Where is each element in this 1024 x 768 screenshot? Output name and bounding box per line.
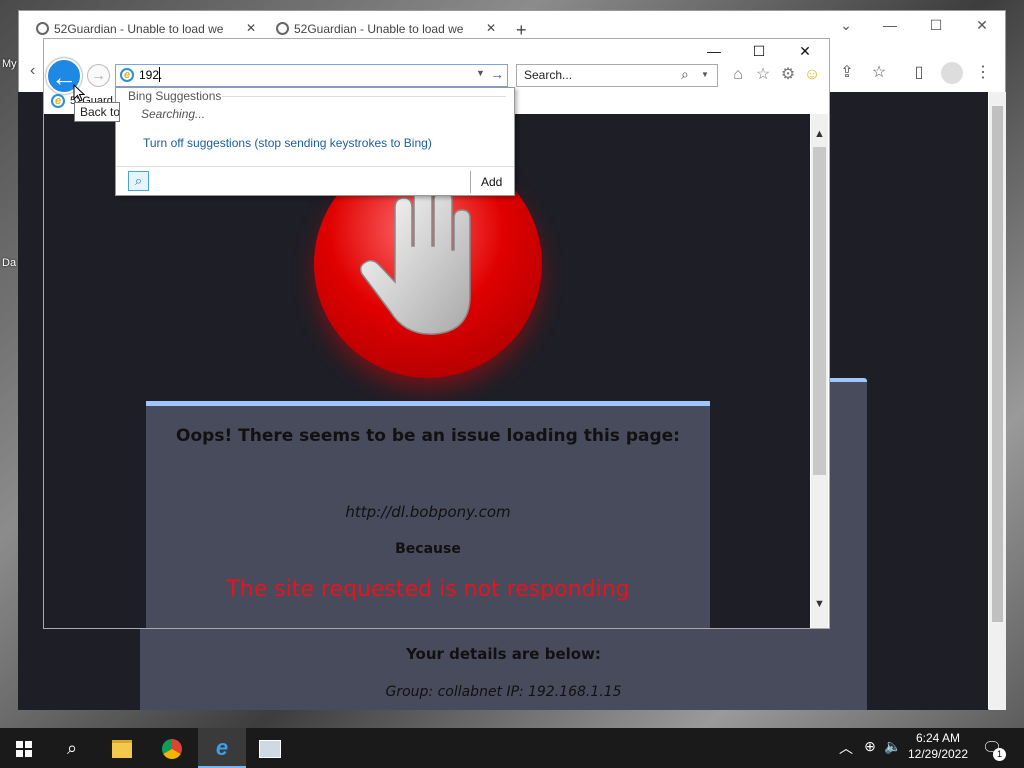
globe-icon <box>276 22 289 35</box>
ie-logo-icon: e <box>120 68 134 82</box>
clock-date[interactable]: 12/29/2022 <box>906 747 970 761</box>
go-arrow-icon[interactable]: → <box>490 66 504 82</box>
profile-icon[interactable] <box>941 62 963 84</box>
chrome-taskbar-icon[interactable] <box>148 728 196 768</box>
close-button[interactable]: ✕ <box>962 14 1002 36</box>
error-because-label: Because <box>395 541 461 557</box>
tab-title: 52Guardian - Unable to load we <box>294 22 464 36</box>
chevron-up-icon[interactable]: ︿ <box>836 738 856 758</box>
clock-time[interactable]: 6:24 AM <box>906 731 970 745</box>
tab-title: 52Guardian - Unable to load we <box>54 22 224 36</box>
error-reason: The site requested is not responding <box>226 577 630 602</box>
more-menu-icon[interactable]: ⋮ <box>972 63 994 83</box>
desktop-icon-label[interactable]: Da <box>2 257 16 269</box>
chevron-down-icon[interactable]: ⌄ <box>826 14 866 36</box>
mouse-cursor-icon <box>73 84 85 102</box>
divider <box>470 171 471 193</box>
globe-icon <box>36 22 49 35</box>
network-globe-icon[interactable]: ⊕ <box>860 738 880 755</box>
back-tooltip: Back to <box>74 102 120 122</box>
close-icon[interactable]: ✕ <box>486 21 496 35</box>
minimize-button[interactable]: — <box>694 40 734 62</box>
error-title: Oops! There seems to be an issue loading… <box>176 426 680 446</box>
ie-taskbar-icon[interactable]: e <box>198 728 246 768</box>
desktop-icon-label[interactable]: My <box>2 58 17 70</box>
dropdown-arrow-icon[interactable]: ▼ <box>476 68 485 78</box>
divider <box>222 96 506 97</box>
scrollbar-thumb[interactable] <box>813 147 826 475</box>
forward-button[interactable]: → <box>87 64 110 87</box>
star-icon[interactable]: ☆ <box>868 63 890 83</box>
smiley-feedback-icon[interactable]: ☺ <box>802 65 822 85</box>
volume-icon[interactable]: 🔈 <box>883 738 903 755</box>
search-icon[interactable]: ⌕ <box>681 66 689 83</box>
ie-logo-icon: e <box>51 94 65 108</box>
back-arrow-icon[interactable]: ‹ <box>30 62 35 80</box>
add-provider-button[interactable]: Add <box>481 175 502 189</box>
window-app-icon <box>259 740 281 759</box>
details-title: Your details are below: <box>406 645 601 663</box>
start-button[interactable] <box>0 728 48 768</box>
text-caret <box>159 67 160 82</box>
home-icon[interactable]: ⌂ <box>728 65 748 85</box>
suggestions-title: Bing Suggestions <box>128 89 222 103</box>
app-taskbar-icon[interactable] <box>246 728 294 768</box>
close-button[interactable]: ✕ <box>785 40 825 62</box>
search-provider-icon[interactable]: ⌕ <box>128 171 149 191</box>
notification-badge: 1 <box>993 748 1006 761</box>
file-explorer-icon[interactable] <box>98 728 146 768</box>
chrome-logo-icon <box>162 739 182 760</box>
ie-tab[interactable]: e 52Guard <box>46 92 113 112</box>
search-input[interactable]: Search... <box>524 68 572 82</box>
turn-off-suggestions-link[interactable]: Turn off suggestions (stop sending keyst… <box>143 136 432 150</box>
address-bar[interactable] <box>115 64 508 87</box>
suggestions-footer <box>116 166 514 195</box>
share-icon[interactable]: ⇪ <box>836 63 858 83</box>
close-icon[interactable]: ✕ <box>246 21 256 35</box>
windows-logo-icon <box>16 741 32 758</box>
gear-icon[interactable]: ⚙ <box>778 65 798 85</box>
error-url: http://dl.bobpony.com <box>345 503 511 521</box>
favorites-star-icon[interactable]: ☆ <box>753 65 773 85</box>
maximize-button[interactable]: ☐ <box>916 14 956 36</box>
details-info: Group: collabnet IP: 192.168.1.15 <box>385 684 622 700</box>
scrollbar-thumb[interactable] <box>992 106 1003 622</box>
stop-hand-icon <box>360 186 471 335</box>
minimize-button[interactable]: — <box>870 14 910 36</box>
scroll-up-icon[interactable]: ▲ <box>811 128 828 144</box>
search-icon[interactable]: ⌕ <box>48 728 96 768</box>
dropdown-arrow-icon[interactable]: ▼ <box>701 70 709 79</box>
sidebar-icon[interactable]: ▯ <box>908 63 930 83</box>
maximize-button[interactable]: ☐ <box>739 40 779 62</box>
folder-icon <box>112 740 132 759</box>
suggestions-status: Searching... <box>141 107 206 121</box>
ie-logo-icon: e <box>215 735 229 760</box>
scroll-down-icon[interactable]: ▼ <box>811 598 828 614</box>
